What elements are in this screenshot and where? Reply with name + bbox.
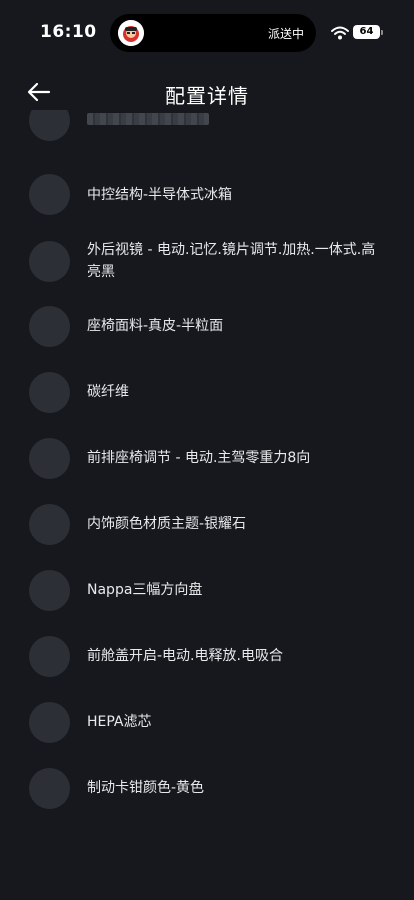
page-title: 配置详情 (165, 84, 249, 108)
list-item[interactable]: 前排座椅调节 - 电动.主驾零重力8向 (0, 438, 414, 479)
item-icon-placeholder (29, 768, 70, 809)
item-label: 外后视镜 - 电动.记忆.镜片调节.加热.一体式.高亮黑 (87, 242, 376, 280)
status-bar: 16:10 派送中 64 (0, 0, 414, 64)
item-icon-placeholder (29, 306, 70, 347)
list-item[interactable]: 碳纤维 (0, 372, 414, 413)
dynamic-island[interactable]: 派送中 (110, 14, 316, 52)
list-item[interactable]: 中控结构-半导体式冰箱 (0, 174, 414, 215)
list-item[interactable]: HEPA滤芯 (0, 702, 414, 743)
item-label: 碳纤维 (87, 384, 129, 400)
item-label: 内饰颜色材质主题-银耀石 (87, 516, 247, 532)
list-item-hidden[interactable] (0, 110, 414, 150)
delivery-avatar-icon (118, 20, 144, 46)
item-label: 前舱盖开启-电动.电释放.电吸合 (87, 648, 283, 664)
wifi-icon (331, 25, 349, 40)
item-label: 前排座椅调节 - 电动.主驾零重力8向 (87, 450, 311, 466)
list-item[interactable]: 内饰颜色材质主题-银耀石 (0, 504, 414, 545)
item-label: 座椅面料-真皮-半粒面 (87, 318, 224, 334)
item-icon-placeholder (29, 636, 70, 677)
item-icon-placeholder (29, 174, 70, 215)
battery-tip (381, 30, 383, 35)
island-status-text: 派送中 (267, 27, 304, 41)
battery-icon: 64 (353, 25, 380, 39)
item-icon-placeholder (29, 241, 70, 282)
item-icon-placeholder (29, 372, 70, 413)
list-item[interactable]: 外后视镜 - 电动.记忆.镜片调节.加热.一体式.高亮黑 (0, 240, 414, 284)
item-label: 制动卡钳颜色-黄色 (87, 780, 205, 796)
list-item[interactable]: Nappa三幅方向盘 (0, 570, 414, 611)
item-icon-placeholder (29, 570, 70, 611)
list-item[interactable]: 座椅面料-真皮-半粒面 (0, 306, 414, 347)
status-time: 16:10 (40, 22, 97, 42)
item-icon-placeholder (29, 438, 70, 479)
item-icon-placeholder (29, 702, 70, 743)
redacted-label (87, 113, 209, 125)
item-label: HEPA滤芯 (87, 714, 152, 730)
item-icon-placeholder (29, 504, 70, 545)
list-item[interactable]: 前舱盖开启-电动.电释放.电吸合 (0, 636, 414, 677)
config-list[interactable]: 中控结构-半导体式冰箱 外后视镜 - 电动.记忆.镜片调节.加热.一体式.高亮黑… (0, 110, 414, 900)
item-icon-placeholder (29, 110, 70, 141)
item-label: 中控结构-半导体式冰箱 (87, 187, 233, 203)
list-item[interactable]: 制动卡钳颜色-黄色 (0, 768, 414, 809)
item-label: Nappa三幅方向盘 (87, 582, 203, 598)
